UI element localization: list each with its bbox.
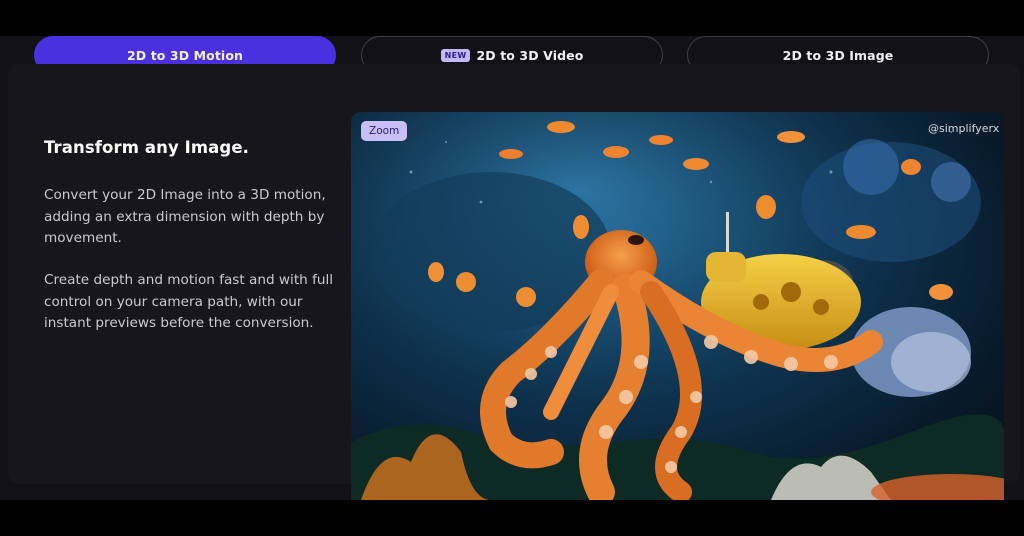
section-heading: Transform any Image. — [44, 138, 249, 157]
tab-label: 2D to 3D Image — [782, 47, 894, 63]
description-paragraph: Convert your 2D Image into a 3D motion, … — [44, 187, 326, 246]
tab-label: 2D to 3D Motion — [126, 47, 244, 63]
page-frame: 2D to 3D Motion NEW 2D to 3D Video 2D to… — [0, 0, 1024, 536]
watermark-label: @simplifyerx — [928, 122, 1000, 135]
preview-image[interactable] — [351, 112, 1004, 500]
octopus-scene-illustration — [351, 112, 1004, 500]
new-badge: NEW — [440, 48, 471, 62]
description-paragraph: Create depth and motion fast and with fu… — [44, 272, 334, 331]
zoom-button[interactable]: Zoom — [361, 121, 408, 141]
tab-label: 2D to 3D Video — [476, 47, 584, 63]
